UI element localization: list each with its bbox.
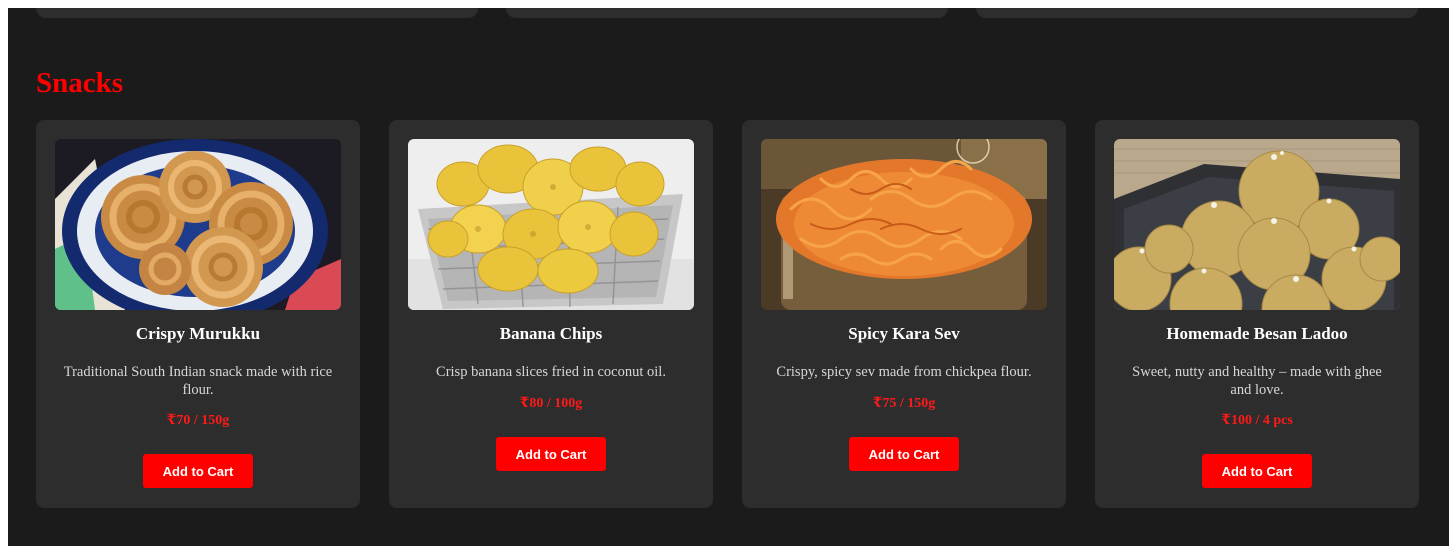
product-price: ₹70 / 150g bbox=[166, 413, 230, 428]
besan-ladoo-photo bbox=[1114, 139, 1400, 310]
product-card: Spicy Kara Sev Crispy, spicy sev made fr… bbox=[742, 120, 1066, 508]
product-card: Banana Chips Crisp banana slices fried i… bbox=[389, 120, 713, 508]
product-price: ₹75 / 150g bbox=[872, 396, 936, 411]
product-description: Crispy, spicy sev made from chickpea flo… bbox=[776, 364, 1032, 380]
product-price: ₹100 / 4 pcs bbox=[1221, 413, 1293, 428]
add-to-cart-button[interactable]: Add to Cart bbox=[496, 437, 606, 471]
product-name: Crispy Murukku bbox=[135, 324, 261, 343]
product-card: Homemade Besan Ladoo Sweet, nutty and he… bbox=[1095, 120, 1419, 508]
section-title: Snacks bbox=[36, 67, 124, 99]
murukku-photo bbox=[55, 139, 341, 310]
product-description: Traditional South Indian snack made with… bbox=[63, 364, 333, 398]
banana-chips-photo bbox=[408, 139, 694, 310]
previous-section-cards bbox=[36, 8, 1419, 18]
product-card: Crispy Murukku Traditional South Indian … bbox=[36, 120, 360, 508]
product-price: ₹80 / 100g bbox=[519, 396, 583, 411]
add-to-cart-button[interactable]: Add to Cart bbox=[143, 454, 253, 488]
add-to-cart-button[interactable]: Add to Cart bbox=[849, 437, 959, 471]
previous-product-card bbox=[976, 8, 1418, 18]
previous-product-card bbox=[506, 8, 948, 18]
product-grid: Crispy Murukku Traditional South Indian … bbox=[36, 120, 1419, 508]
product-name: Banana Chips bbox=[499, 324, 603, 343]
add-to-cart-button[interactable]: Add to Cart bbox=[1202, 454, 1312, 488]
product-name: Homemade Besan Ladoo bbox=[1166, 324, 1348, 343]
product-description: Sweet, nutty and healthy – made with ghe… bbox=[1132, 364, 1382, 398]
kara-sev-photo bbox=[761, 139, 1047, 310]
product-page: Snacks Crispy Murukku Traditional South … bbox=[8, 8, 1449, 546]
product-description: Crisp banana slices fried in coconut oil… bbox=[436, 364, 666, 380]
previous-product-card bbox=[36, 8, 478, 18]
product-name: Spicy Kara Sev bbox=[848, 324, 960, 343]
